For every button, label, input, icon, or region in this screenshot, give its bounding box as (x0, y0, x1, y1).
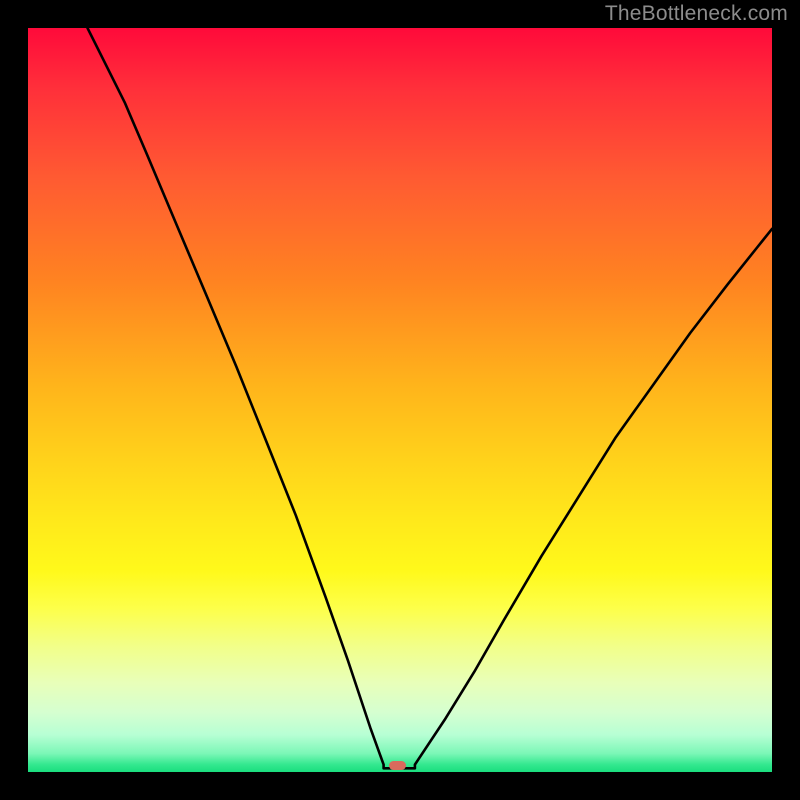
outer-frame: TheBottleneck.com (0, 0, 800, 800)
min-marker (389, 761, 406, 770)
watermark-text: TheBottleneck.com (605, 2, 788, 26)
bottleneck-curve (28, 28, 772, 772)
curve-path (88, 28, 773, 768)
